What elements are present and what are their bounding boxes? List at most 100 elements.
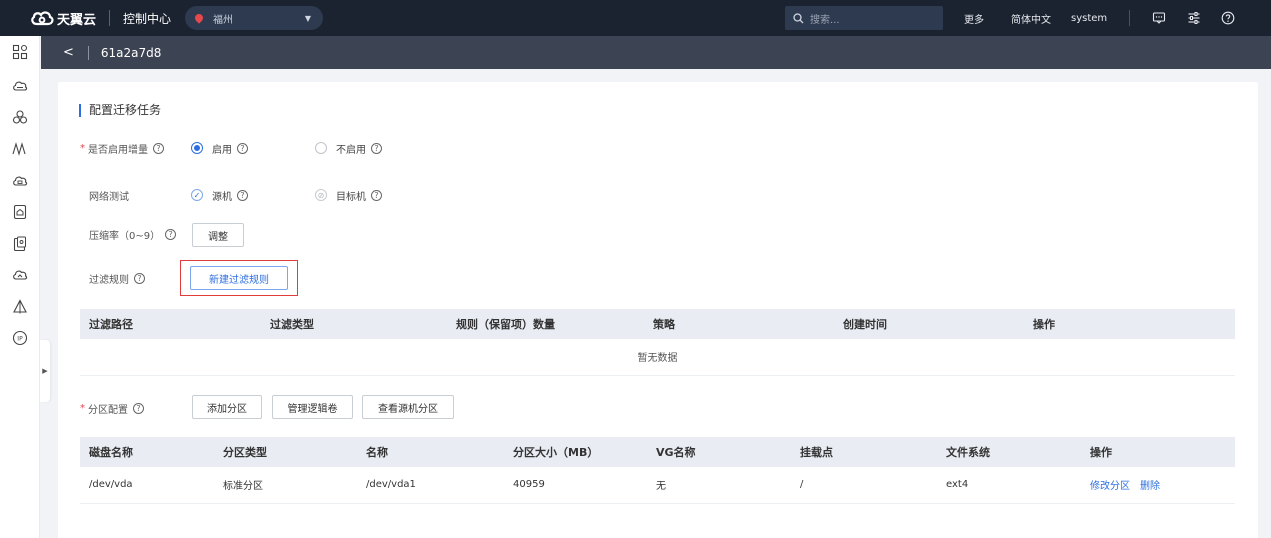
incremental-off-label: 不启用 bbox=[336, 144, 366, 156]
message-icon[interactable] bbox=[1151, 10, 1167, 26]
network-test-label: 网络测试 bbox=[89, 191, 129, 203]
help-icon[interactable]: ? bbox=[134, 272, 145, 284]
col-mount-point: 挂载点 bbox=[800, 437, 946, 467]
col-partition-size: 分区大小（MB） bbox=[513, 437, 656, 467]
cdn-icon[interactable] bbox=[12, 267, 28, 283]
required-mark: * bbox=[80, 142, 85, 154]
search-icon bbox=[793, 12, 804, 23]
help-icon[interactable]: ? bbox=[237, 189, 248, 201]
config-card: 配置迁移任务 * 是否启用增量 ? 启用 ? 不启用 ? 网络测试 ✓ 源机 ?… bbox=[58, 82, 1258, 538]
more-menu[interactable]: 更多 bbox=[964, 0, 984, 36]
dashboard-icon[interactable] bbox=[12, 44, 28, 60]
help-icon[interactable]: ? bbox=[371, 189, 382, 201]
col-strategy: 策略 bbox=[653, 309, 843, 339]
manage-logical-volume-button[interactable]: 管理逻辑卷 bbox=[272, 395, 353, 419]
help-icon[interactable]: ? bbox=[237, 142, 248, 154]
settings-icon[interactable] bbox=[1186, 10, 1202, 26]
filter-rule-label: 过滤规则 ? bbox=[89, 270, 145, 286]
check-circle-icon: ✓ bbox=[191, 189, 203, 201]
help-icon[interactable]: ? bbox=[371, 142, 382, 154]
table-row: /dev/vda 标准分区 /dev/vda1 40959 无 / ext4 修… bbox=[80, 467, 1235, 504]
partition-config-label: * 分区配置 ? bbox=[80, 400, 144, 416]
link-icon: ⊘ bbox=[315, 189, 327, 201]
sub-header: < 61a2a7d8 bbox=[41, 36, 1271, 69]
page-title: 61a2a7d8 bbox=[100, 45, 162, 60]
col-actions: 操作 bbox=[1090, 437, 1235, 467]
help-icon[interactable]: ? bbox=[133, 402, 144, 414]
col-disk-name: 磁盘名称 bbox=[80, 437, 223, 467]
incremental-on-label: 启用 bbox=[212, 144, 232, 156]
cell-name: /dev/vda1 bbox=[366, 467, 513, 504]
rail-collapse-toggle[interactable]: ▶ bbox=[40, 340, 50, 402]
cell-type: 标准分区 bbox=[223, 467, 366, 504]
divider bbox=[1129, 10, 1130, 26]
monitor-icon[interactable] bbox=[12, 141, 28, 157]
col-actions: 操作 bbox=[1033, 309, 1235, 339]
region-selector[interactable]: 福州 ▼ bbox=[185, 6, 324, 30]
section-title: 配置迁移任务 bbox=[79, 104, 161, 117]
cell-mount: / bbox=[800, 467, 946, 504]
database-icon[interactable] bbox=[12, 204, 28, 220]
top-bar: 天翼云 控制中心 福州 ▼ 搜索... 更多 简体中文 system bbox=[0, 0, 1271, 36]
left-icon-rail: IP bbox=[0, 36, 40, 538]
help-icon[interactable]: ? bbox=[153, 142, 164, 154]
delete-link[interactable]: 删除 bbox=[1140, 481, 1160, 492]
cloud-host-icon[interactable] bbox=[12, 78, 28, 94]
cell-size: 40959 bbox=[513, 467, 656, 504]
radio-checked[interactable] bbox=[191, 142, 203, 154]
col-filesystem: 文件系统 bbox=[946, 437, 1090, 467]
network-source-label: 源机 bbox=[212, 191, 232, 203]
cell-disk: /dev/vda bbox=[80, 467, 223, 504]
logo-text: 天翼云 bbox=[57, 12, 97, 28]
required-mark: * bbox=[80, 402, 85, 414]
add-partition-button[interactable]: 添加分区 bbox=[192, 395, 262, 419]
console-title[interactable]: 控制中心 bbox=[123, 10, 171, 27]
help-icon[interactable] bbox=[1220, 10, 1236, 26]
search-input[interactable]: 搜索... bbox=[785, 6, 943, 30]
partition-table: 磁盘名称 分区类型 名称 分区大小（MB） VG名称 挂载点 文件系统 操作 /… bbox=[80, 437, 1235, 504]
radio-unchecked[interactable] bbox=[315, 142, 327, 154]
compression-label: 压缩率（0~9） ? bbox=[89, 226, 177, 242]
view-source-partitions-button[interactable]: 查看源机分区 bbox=[362, 395, 454, 419]
server-icon[interactable] bbox=[12, 236, 28, 252]
network-icon[interactable] bbox=[12, 109, 28, 125]
col-vg-name: VG名称 bbox=[656, 437, 800, 467]
logo-icon bbox=[31, 11, 54, 26]
col-partition-type: 分区类型 bbox=[223, 437, 366, 467]
help-icon[interactable]: ? bbox=[165, 228, 177, 240]
empty-row: 暂无数据 bbox=[80, 339, 1235, 376]
incremental-on-radio[interactable]: 启用 ? bbox=[191, 140, 248, 156]
empty-text: 暂无数据 bbox=[80, 339, 1235, 376]
divider bbox=[109, 10, 111, 26]
chevron-right-icon: ▶ bbox=[42, 367, 48, 375]
network-source-option[interactable]: ✓ 源机 ? bbox=[191, 187, 248, 203]
col-filter-path: 过滤路径 bbox=[80, 309, 270, 339]
compression-label-text: 压缩率（0~9） bbox=[89, 230, 161, 242]
search-placeholder: 搜索... bbox=[810, 14, 840, 26]
logo[interactable]: 天翼云 bbox=[30, 9, 96, 28]
new-filter-rule-button[interactable]: 新建过滤规则 bbox=[190, 266, 288, 290]
incremental-label: * 是否启用增量 ? bbox=[80, 140, 164, 156]
table-header-row: 磁盘名称 分区类型 名称 分区大小（MB） VG名称 挂载点 文件系统 操作 bbox=[80, 437, 1235, 467]
incremental-label-text: 是否启用增量 bbox=[88, 144, 148, 156]
filter-rule-label-text: 过滤规则 bbox=[89, 274, 129, 286]
divider bbox=[87, 45, 89, 60]
table-header-row: 过滤路径 过滤类型 规则（保留项）数量 策略 创建时间 操作 bbox=[80, 309, 1235, 339]
cell-vg: 无 bbox=[656, 467, 800, 504]
language-menu[interactable]: 简体中文 bbox=[1011, 0, 1051, 36]
incremental-off-radio[interactable]: 不启用 ? bbox=[315, 140, 382, 156]
adjust-button[interactable]: 调整 bbox=[192, 223, 244, 247]
edit-partition-link[interactable]: 修改分区 bbox=[1090, 481, 1130, 492]
user-menu[interactable]: system bbox=[1071, 0, 1107, 36]
col-filter-type: 过滤类型 bbox=[270, 309, 456, 339]
network-target-option[interactable]: ⊘ 目标机 ? bbox=[315, 187, 382, 203]
security-icon[interactable] bbox=[12, 299, 28, 315]
ip-icon[interactable]: IP bbox=[12, 330, 28, 346]
region-name: 福州 bbox=[213, 14, 234, 26]
storage-icon[interactable] bbox=[12, 173, 28, 189]
svg-text:IP: IP bbox=[17, 336, 23, 343]
cell-actions: 修改分区 删除 bbox=[1090, 467, 1235, 504]
network-target-label: 目标机 bbox=[336, 191, 366, 203]
col-name: 名称 bbox=[366, 437, 513, 467]
back-chevron-icon[interactable]: < bbox=[63, 45, 74, 60]
